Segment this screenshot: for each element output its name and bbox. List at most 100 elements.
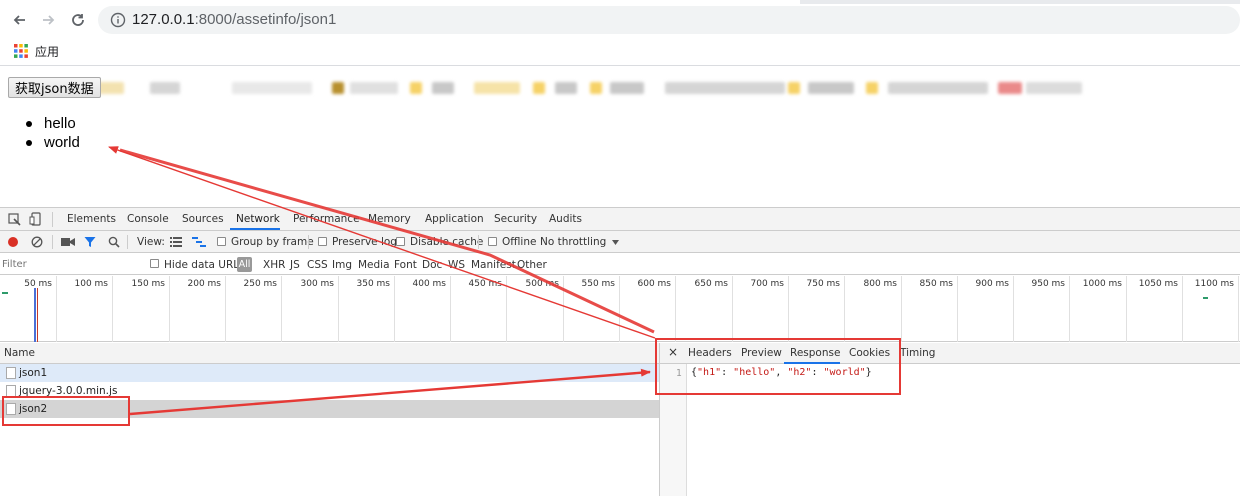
back-button[interactable] bbox=[8, 8, 32, 32]
bookmark-item[interactable] bbox=[474, 82, 520, 94]
bookmark-item[interactable] bbox=[410, 82, 422, 94]
timeline-tick-label: 250 ms bbox=[243, 279, 278, 289]
dom-content-loaded-marker bbox=[34, 288, 36, 342]
preserve-log-checkbox[interactable] bbox=[318, 237, 327, 246]
bookmark-item[interactable] bbox=[432, 82, 454, 94]
tab-timing[interactable]: Timing bbox=[900, 347, 935, 359]
filter-type-doc[interactable]: Doc bbox=[422, 259, 442, 271]
name-column-header[interactable]: Name bbox=[0, 343, 659, 364]
group-by-frame-checkbox[interactable] bbox=[217, 237, 226, 246]
filter-type-ws[interactable]: WS bbox=[448, 259, 465, 271]
search-icon[interactable] bbox=[108, 236, 120, 248]
devtools-panel: Elements Console Sources Network Perform… bbox=[0, 207, 1240, 496]
tab-strip bbox=[800, 0, 1240, 4]
info-icon[interactable] bbox=[110, 12, 126, 28]
inspect-element-icon[interactable] bbox=[8, 213, 21, 226]
large-rows-icon[interactable] bbox=[170, 237, 182, 247]
timeline-gridline bbox=[281, 276, 282, 342]
timeline-tick-label: 200 ms bbox=[187, 279, 222, 289]
waterfall-icon[interactable] bbox=[192, 237, 206, 247]
record-icon[interactable] bbox=[7, 236, 19, 248]
filter-input[interactable] bbox=[2, 257, 142, 272]
tab-console[interactable]: Console bbox=[127, 213, 169, 225]
chevron-down-icon[interactable] bbox=[612, 240, 619, 245]
bookmark-item[interactable] bbox=[888, 82, 988, 94]
tab-network[interactable]: Network bbox=[236, 213, 280, 225]
filter-type-media[interactable]: Media bbox=[358, 259, 390, 271]
bookmark-item[interactable] bbox=[610, 82, 644, 94]
timeline-gridline bbox=[112, 276, 113, 342]
timeline-tick-label: 50 ms bbox=[24, 279, 52, 289]
timeline-tick-label: 550 ms bbox=[581, 279, 616, 289]
tab-application[interactable]: Application bbox=[425, 213, 484, 225]
url-host: 127.0.0.1 bbox=[132, 11, 195, 28]
tab-performance[interactable]: Performance bbox=[293, 213, 360, 225]
tab-sources[interactable]: Sources bbox=[182, 213, 224, 225]
filter-type-other[interactable]: Other bbox=[517, 259, 547, 271]
timeline-tick-label: 1000 ms bbox=[1082, 279, 1122, 289]
filter-type-css[interactable]: CSS bbox=[307, 259, 328, 271]
timeline-tick-label: 400 ms bbox=[412, 279, 447, 289]
url-text[interactable]: 127.0.0.1:8000/assetinfo/json1 bbox=[132, 11, 336, 28]
clear-icon[interactable] bbox=[31, 236, 43, 248]
bookmark-item[interactable] bbox=[998, 82, 1022, 94]
hide-data-urls-checkbox[interactable] bbox=[150, 259, 159, 268]
filter-type-font[interactable]: Font bbox=[394, 259, 417, 271]
throttling-select[interactable]: No throttling bbox=[540, 236, 606, 248]
filter-type-img[interactable]: Img bbox=[332, 259, 352, 271]
bookmark-item[interactable] bbox=[788, 82, 800, 94]
device-toolbar-icon[interactable] bbox=[29, 212, 42, 226]
bookmark-item[interactable] bbox=[150, 82, 180, 94]
bookmarks-bar bbox=[0, 38, 1240, 94]
timeline-tick-label: 1050 ms bbox=[1138, 279, 1178, 289]
request-name: json1 bbox=[19, 367, 48, 379]
filter-type-js[interactable]: JS bbox=[290, 259, 300, 271]
filter-type-manifest[interactable]: Manifest bbox=[471, 259, 516, 271]
offline-checkbox[interactable] bbox=[488, 237, 497, 246]
timeline-tick-label: 300 ms bbox=[300, 279, 335, 289]
reload-icon bbox=[72, 14, 84, 26]
bookmark-item[interactable] bbox=[808, 82, 854, 94]
url-path: :8000/assetinfo/json1 bbox=[194, 11, 337, 28]
bookmark-item[interactable] bbox=[332, 82, 344, 94]
bookmark-item[interactable] bbox=[1026, 82, 1082, 94]
timeline-gridline bbox=[450, 276, 451, 342]
tab-memory[interactable]: Memory bbox=[368, 213, 411, 225]
table-row[interactable]: json1 bbox=[0, 364, 659, 382]
timeline-gridline bbox=[788, 276, 789, 342]
timeline-gridline bbox=[1069, 276, 1070, 342]
timeline-tick-label: 350 ms bbox=[356, 279, 391, 289]
fetch-json-button[interactable]: 获取json数据 bbox=[8, 77, 101, 98]
timeline-tick-label: 500 ms bbox=[525, 279, 560, 289]
divider bbox=[127, 235, 128, 249]
filter-funnel-icon[interactable] bbox=[84, 236, 96, 248]
filter-bar: Hide data URLs All XHR JS CSS Img Media … bbox=[0, 254, 1240, 275]
bookmark-item[interactable] bbox=[665, 82, 785, 94]
timeline-gridline bbox=[1013, 276, 1014, 342]
disable-cache-checkbox[interactable] bbox=[396, 237, 405, 246]
filter-type-all[interactable]: All bbox=[237, 257, 252, 272]
reload-button[interactable] bbox=[66, 8, 90, 32]
timeline-tick-label: 1100 ms bbox=[1194, 279, 1234, 289]
forward-button[interactable] bbox=[36, 8, 60, 32]
timeline-tick-label: 650 ms bbox=[694, 279, 729, 289]
timeline-tick-label: 950 ms bbox=[1031, 279, 1066, 289]
timeline-gridline bbox=[732, 276, 733, 342]
arrow-left-icon bbox=[13, 15, 25, 25]
timeline-gridline bbox=[225, 276, 226, 342]
tab-audits[interactable]: Audits bbox=[549, 213, 582, 225]
bookmark-item[interactable] bbox=[533, 82, 545, 94]
filter-type-xhr[interactable]: XHR bbox=[263, 259, 285, 271]
tab-security[interactable]: Security bbox=[494, 213, 537, 225]
timeline-tick-label: 600 ms bbox=[637, 279, 672, 289]
bookmark-item[interactable] bbox=[866, 82, 878, 94]
timeline-gridline bbox=[1126, 276, 1127, 342]
bookmark-item[interactable] bbox=[590, 82, 602, 94]
tab-elements[interactable]: Elements bbox=[67, 213, 116, 225]
screenshot-camera-icon[interactable] bbox=[61, 237, 75, 247]
network-timeline-overview[interactable]: 50 ms 100 ms 150 ms 200 ms 250 ms 300 ms 350 m… bbox=[0, 276, 1240, 342]
bookmark-item[interactable] bbox=[555, 82, 577, 94]
bookmark-item[interactable] bbox=[232, 82, 312, 94]
bookmark-item[interactable] bbox=[350, 82, 398, 94]
name-header-label: Name bbox=[4, 347, 35, 359]
